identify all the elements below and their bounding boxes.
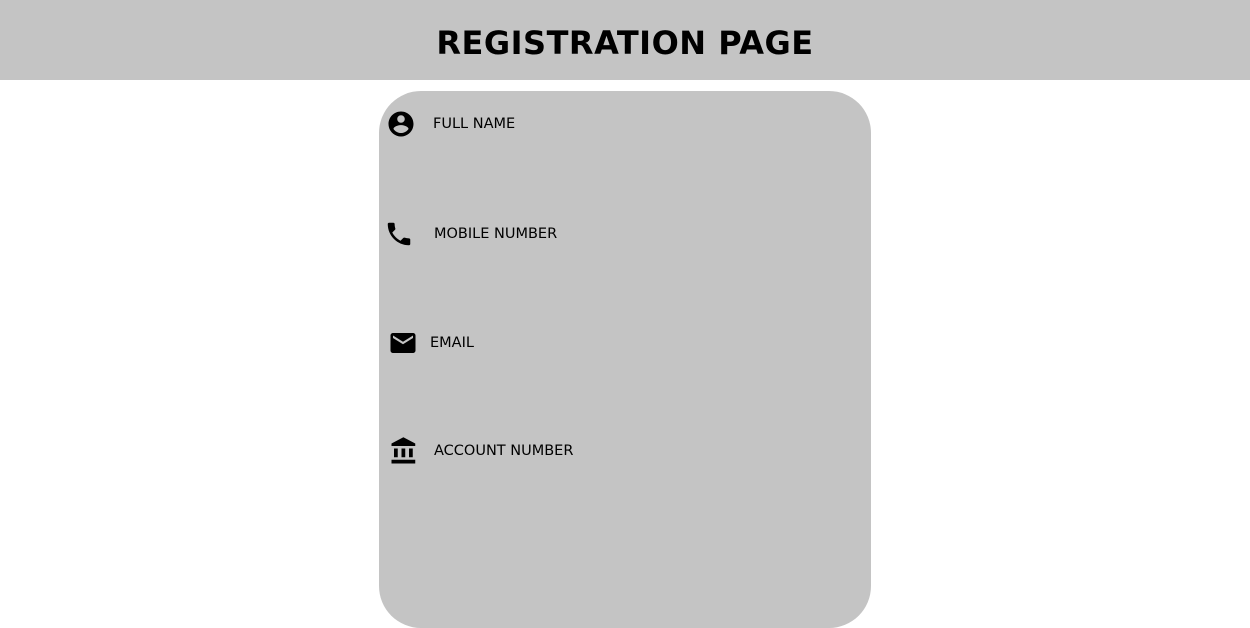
mobile-number-label: MOBILE NUMBER xyxy=(434,226,558,242)
full-name-label: FULL NAME xyxy=(433,116,516,132)
registration-form-card: FULL NAME MOBILE NUMBER EMAIL ACCOUNT NU… xyxy=(379,91,874,628)
email-input[interactable] xyxy=(489,328,789,358)
mail-icon xyxy=(390,333,416,353)
email-field[interactable]: EMAIL xyxy=(379,328,871,358)
account-number-label: ACCOUNT NUMBER xyxy=(434,443,574,459)
header-bar: REGISTRATION PAGE xyxy=(0,0,1250,80)
full-name-field[interactable]: FULL NAME xyxy=(379,109,871,139)
mobile-number-field[interactable]: MOBILE NUMBER xyxy=(379,219,871,249)
full-name-input[interactable] xyxy=(529,109,829,139)
account-number-input[interactable] xyxy=(574,436,874,466)
account-number-field[interactable]: ACCOUNT NUMBER xyxy=(379,436,874,466)
mobile-number-input[interactable] xyxy=(559,219,859,249)
phone-icon xyxy=(387,222,411,246)
account-circle-icon xyxy=(388,111,414,137)
email-label: EMAIL xyxy=(430,335,474,351)
bank-icon xyxy=(391,437,416,464)
page-title: REGISTRATION PAGE xyxy=(436,24,814,62)
